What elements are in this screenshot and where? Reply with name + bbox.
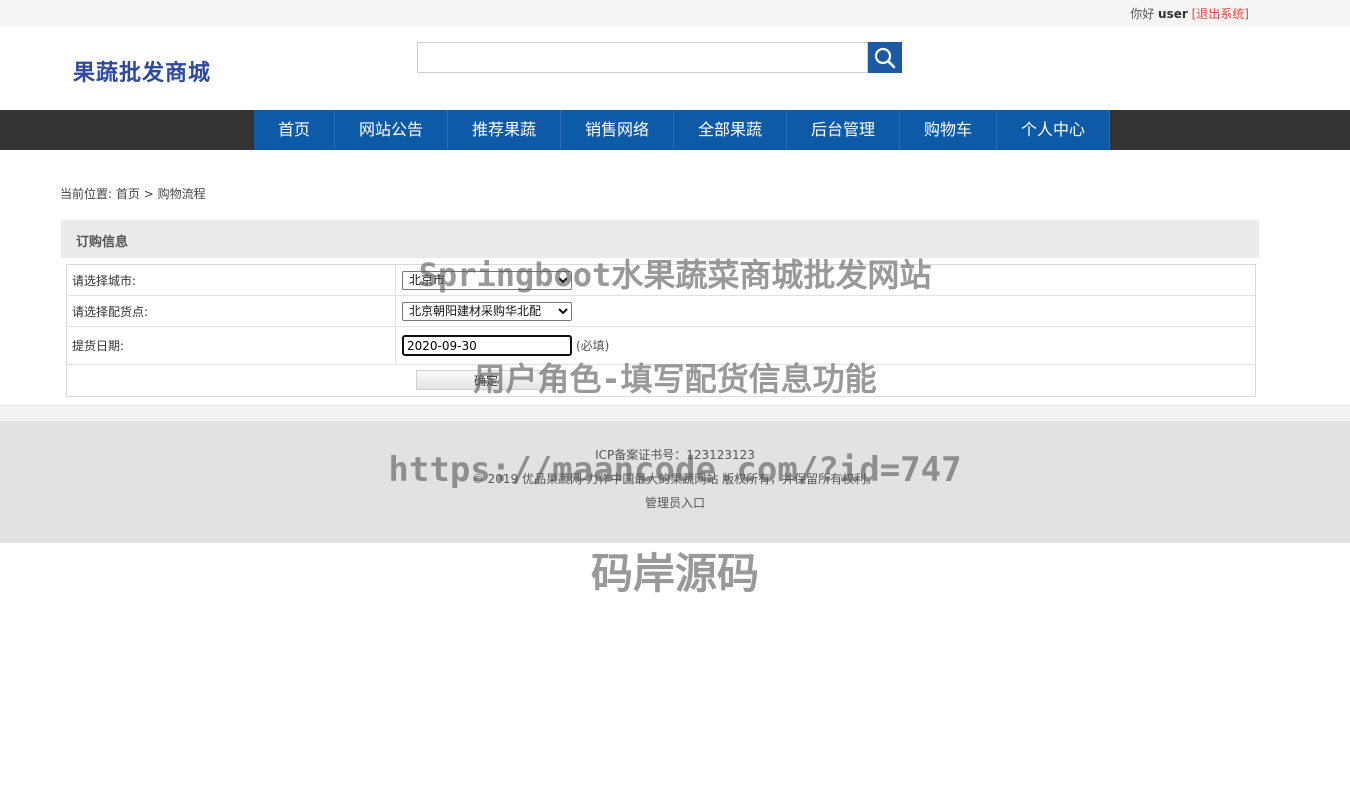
user-greeting: 你好 user [退出系统]: [1130, 5, 1249, 22]
search-icon: [874, 47, 896, 68]
nav-item-recommended[interactable]: 推荐果蔬: [448, 110, 561, 150]
pickup-date-row: 提货日期: (必填): [67, 327, 1255, 365]
breadcrumb-prefix: 当前位置:: [60, 187, 113, 201]
greeting-text: 你好: [1130, 7, 1155, 21]
site-logo[interactable]: 果蔬批发商城: [73, 55, 211, 87]
username: user: [1158, 7, 1188, 21]
city-label: 请选择城市:: [67, 265, 396, 295]
breadcrumb-separator: >: [143, 187, 154, 201]
nav-item-admin[interactable]: 后台管理: [787, 110, 900, 150]
section-title: 订购信息: [76, 235, 129, 250]
city-row: 请选择城市: 北京市: [67, 265, 1255, 296]
breadcrumb: 当前位置: 首页 > 购物流程: [60, 185, 206, 202]
order-form: 请选择城市: 北京市 请选择配货点: 北京朝阳建材采购华北配 提货日期: (必填…: [66, 264, 1256, 397]
confirm-button[interactable]: 确定: [416, 370, 556, 390]
nav-item-all-products[interactable]: 全部果蔬: [674, 110, 787, 150]
city-select[interactable]: 北京市: [402, 270, 572, 290]
order-section-header: 订购信息: [61, 220, 1259, 258]
pickup-point-select[interactable]: 北京朝阳建材采购华北配: [402, 301, 572, 321]
watermark-brand: 码岸源码: [590, 549, 759, 598]
pickup-point-row: 请选择配货点: 北京朝阳建材采购华北配: [67, 296, 1255, 327]
breadcrumb-current: 购物流程: [157, 187, 206, 201]
nav-item-profile[interactable]: 个人中心: [997, 110, 1110, 150]
nav-item-cart[interactable]: 购物车: [900, 110, 997, 150]
admin-entry-link[interactable]: 管理员入口: [0, 494, 1350, 511]
required-note: (必填): [576, 339, 610, 353]
nav-item-announcements[interactable]: 网站公告: [335, 110, 448, 150]
icp-text: ICP备案证书号：123123123: [595, 448, 755, 462]
confirm-row: 确定: [67, 365, 1255, 396]
breadcrumb-home[interactable]: 首页: [116, 187, 140, 201]
pickup-date-label: 提货日期:: [67, 327, 396, 364]
copyright-text: © 2019 优品果蔬网-力作中国最大的果蔬网站 版权所有，并保留所有权利。: [471, 472, 879, 486]
logout-link[interactable]: [退出系统]: [1192, 7, 1249, 21]
nav-item-home[interactable]: 首页: [254, 110, 335, 150]
nav-item-sales-network[interactable]: 销售网络: [561, 110, 674, 150]
main-navbar: 首页 网站公告 推荐果蔬 销售网络 全部果蔬 后台管理 购物车 个人中心: [0, 110, 1350, 150]
footer-divider: [0, 405, 1350, 422]
search-input[interactable]: [417, 42, 868, 73]
footer: ICP备案证书号：123123123 © 2019 优品果蔬网-力作中国最大的果…: [0, 421, 1350, 543]
search-button[interactable]: [868, 42, 902, 73]
top-bar: 你好 user [退出系统]: [0, 0, 1350, 27]
pickup-point-label: 请选择配货点:: [67, 296, 396, 326]
pickup-date-input[interactable]: [402, 335, 572, 356]
nav-menu: 首页 网站公告 推荐果蔬 销售网络 全部果蔬 后台管理 购物车 个人中心: [254, 110, 1110, 150]
